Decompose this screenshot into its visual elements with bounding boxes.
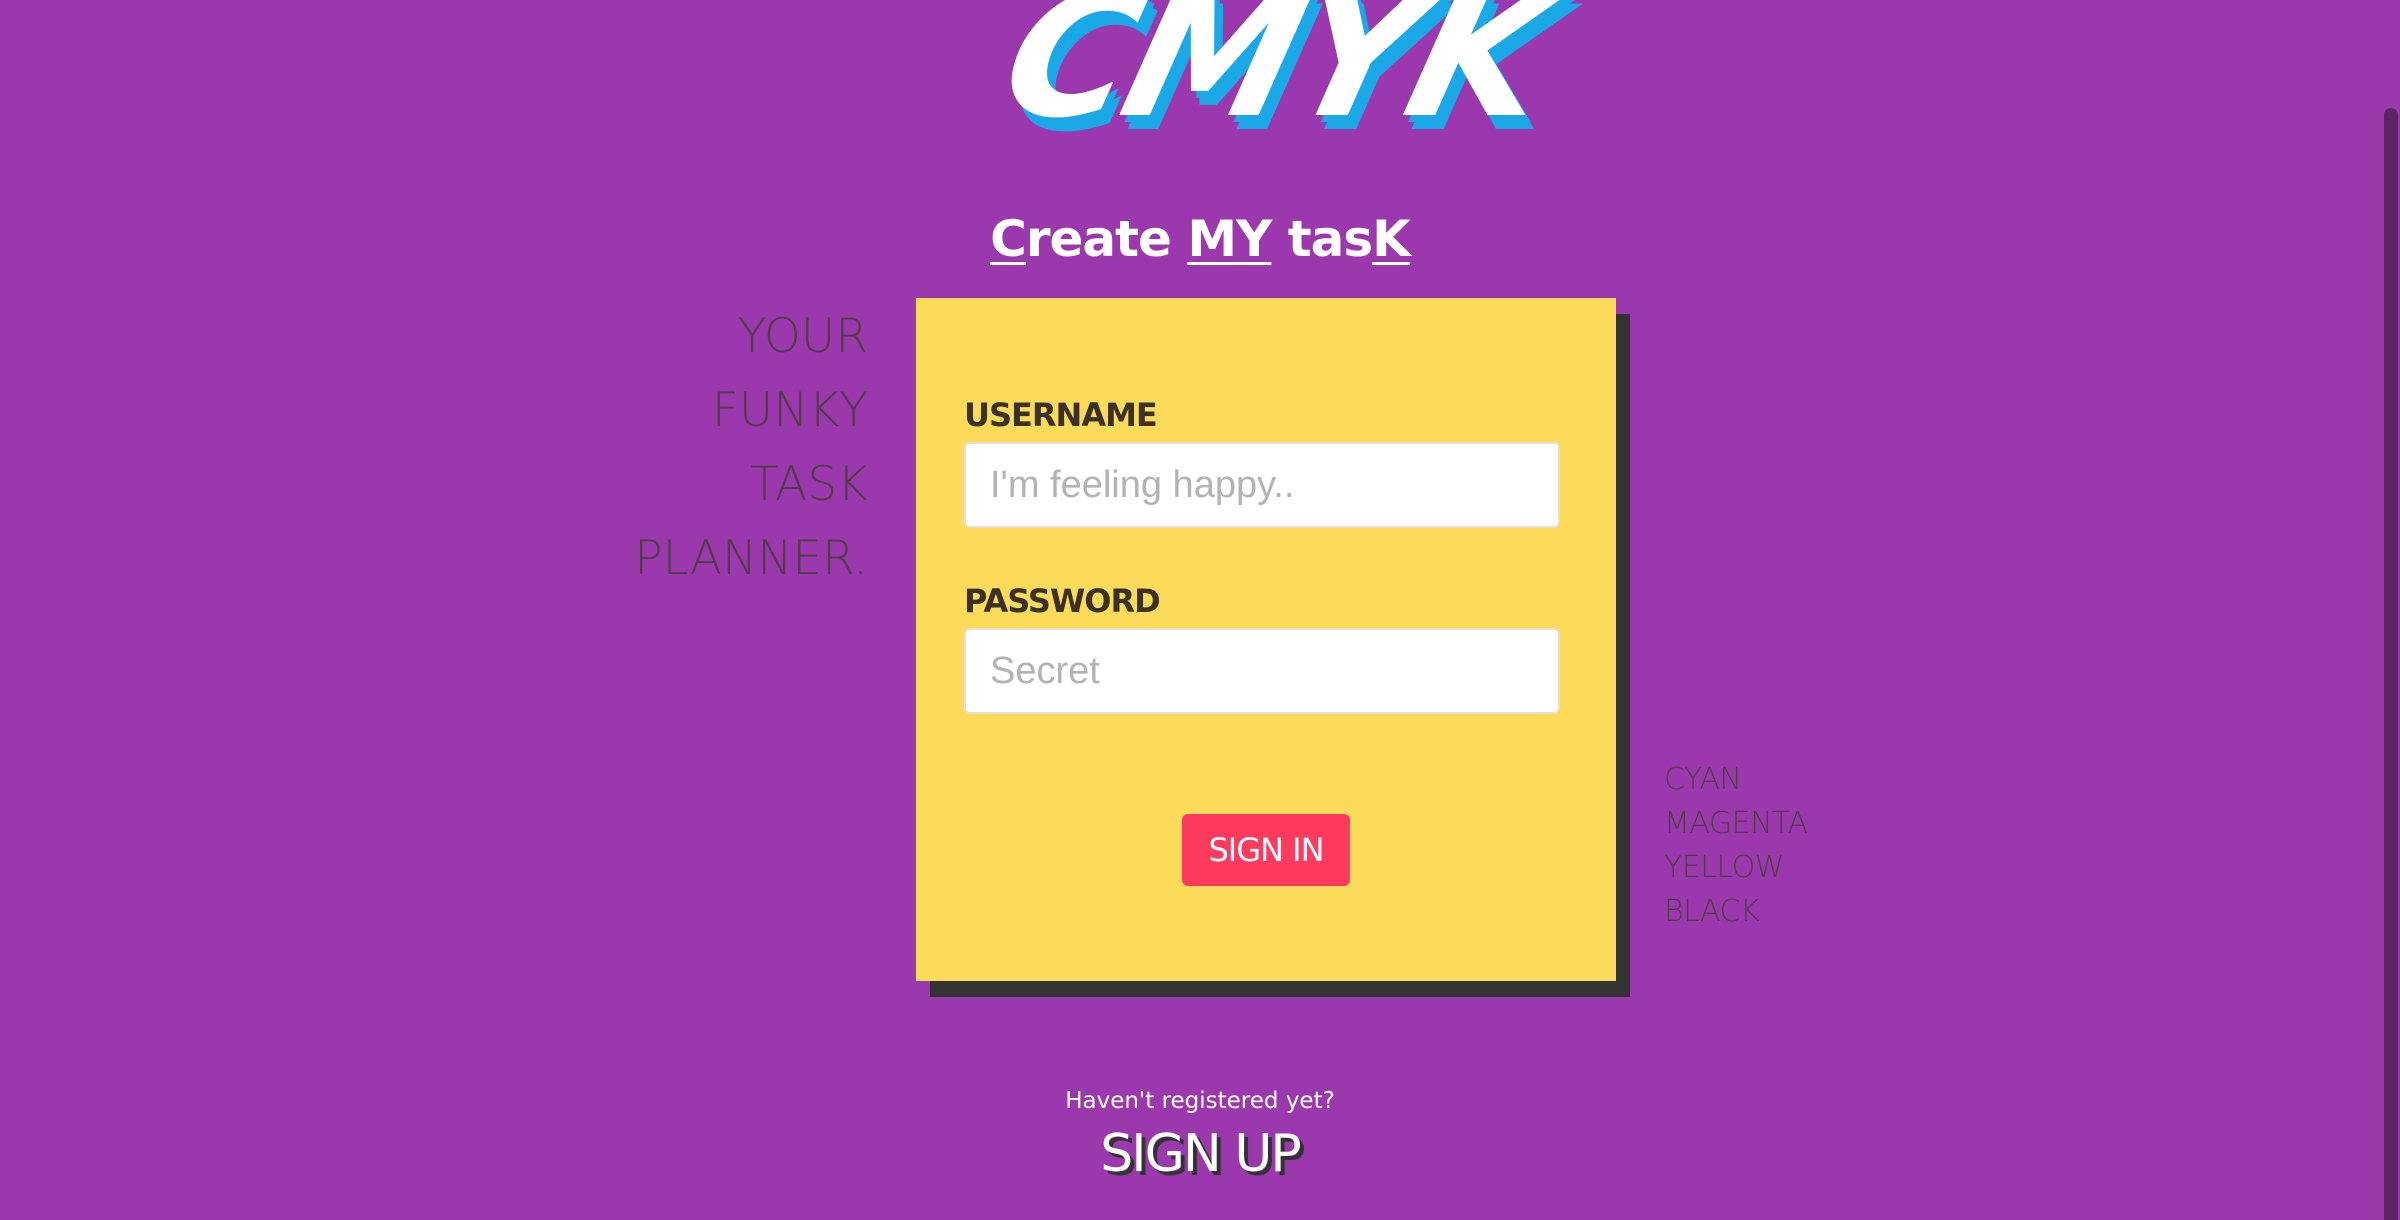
login-card: USERNAME PASSWORD SIGN IN (916, 298, 1616, 981)
tagline-k: K (1372, 210, 1411, 268)
description-line: FUNKY (711, 383, 868, 438)
color-item-magenta: MAGENTA (1664, 806, 1808, 841)
password-label: PASSWORD (964, 582, 1161, 620)
username-label: USERNAME (964, 396, 1158, 434)
sign-up-link[interactable]: SIGN UP (1100, 1124, 1301, 1184)
color-item-cyan: CYAN (1664, 762, 1742, 797)
tagline-tas: tas (1271, 210, 1373, 268)
color-item-yellow: YELLOW (1664, 850, 1784, 885)
signup-hint: Haven't registered yet? (1065, 1088, 1335, 1114)
color-list: CYAN MAGENTA YELLOW BLACK (1664, 758, 1808, 934)
tagline-c: C (990, 210, 1027, 268)
password-input[interactable] (964, 628, 1560, 714)
sign-in-button[interactable]: SIGN IN (1182, 814, 1350, 886)
app-description: YOUR FUNKY TASK PLANNER. (634, 300, 868, 596)
tagline-my: MY (1187, 210, 1272, 268)
cmyk-logo: CMYK (985, 0, 1567, 156)
description-line: PLANNER. (634, 531, 868, 586)
description-line: YOUR (737, 309, 868, 364)
description-line: TASK (750, 457, 868, 512)
tagline: Create MY tasK (0, 210, 2400, 268)
color-item-black: BLACK (1664, 894, 1760, 929)
scrollbar-thumb[interactable] (2384, 108, 2398, 1220)
signup-container: SIGN UP (0, 1124, 2400, 1184)
username-input[interactable] (964, 442, 1560, 528)
page: CMYK Create MY tasK YOUR FUNKY TASK PLAN… (0, 0, 2400, 1220)
tagline-reate: reate (1025, 210, 1188, 268)
